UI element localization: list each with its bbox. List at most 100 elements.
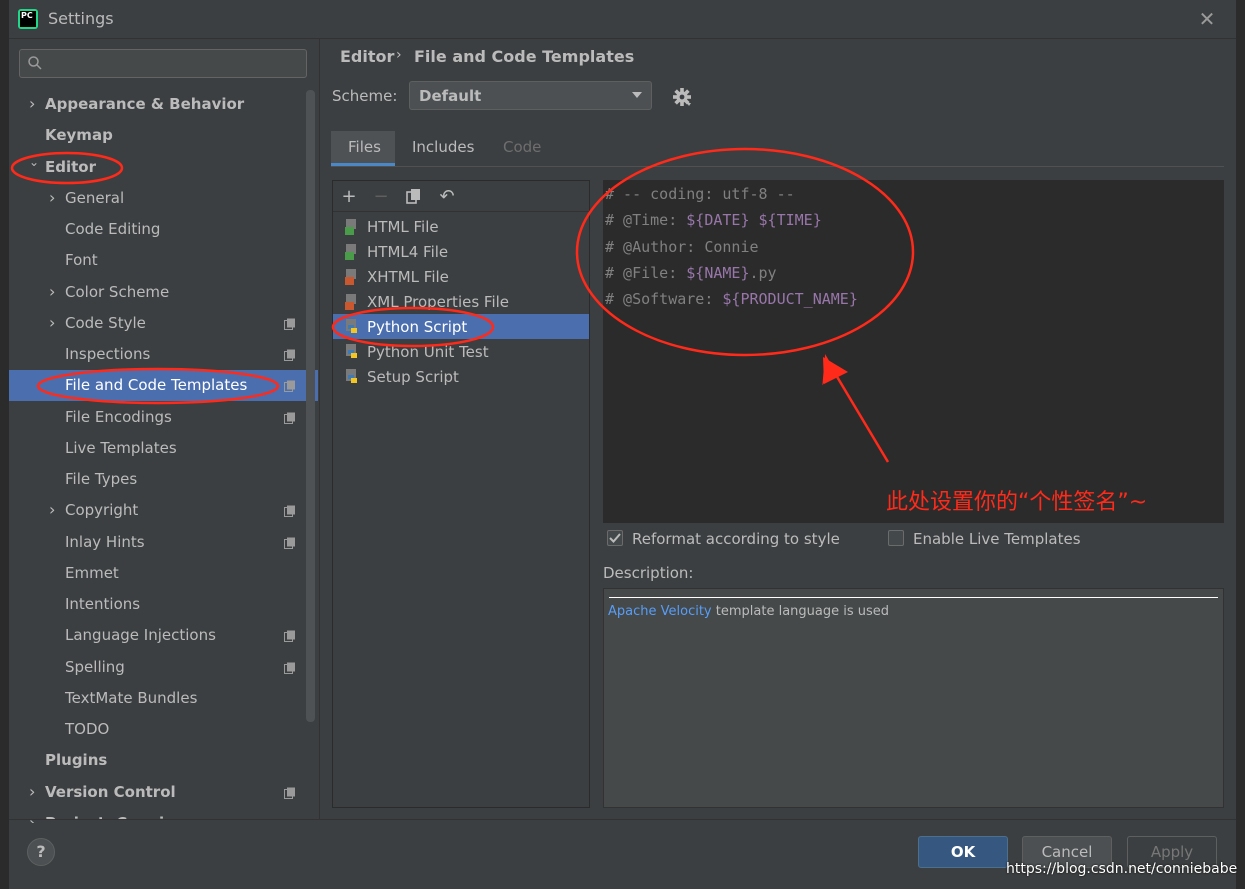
description-body: template language is used (711, 604, 890, 619)
file-template-row[interactable]: Setup Script (333, 365, 589, 390)
sidebar-item-inspections[interactable]: Inspections (65, 339, 150, 370)
sidebar-item-plugins[interactable]: Plugins (45, 745, 107, 776)
sidebar-item-font[interactable]: Font (65, 245, 98, 276)
code-comment: # @Author: Connie (605, 238, 759, 256)
sidebar-item-file-and-code-templates[interactable]: File and Code Templates (65, 370, 247, 401)
watermark-text: https://blog.csdn.net/conniebabe (1006, 861, 1238, 877)
code-variable: ${DATE} ${TIME} (686, 211, 822, 229)
file-template-name: HTML File (367, 218, 439, 236)
xhtml-file-icon (345, 269, 356, 285)
html-file-icon (345, 244, 356, 260)
code-variable: ${PRODUCT_NAME} (722, 290, 858, 308)
code-line: # @Author: Connie (605, 238, 759, 256)
code-comment: # @File: (605, 264, 687, 282)
sidebar-item-appearance-behavior[interactable]: Appearance & Behavior (45, 89, 244, 120)
code-line: # @Software: ${PRODUCT_NAME} (605, 290, 858, 308)
chevron-right-icon[interactable]: › (49, 282, 55, 301)
code-comment: # @Time: (605, 211, 687, 229)
file-template-name: Setup Script (367, 368, 459, 386)
gear-icon[interactable] (671, 86, 693, 108)
live-templates-label: Enable Live Templates (913, 530, 1081, 548)
file-template-row[interactable]: Python Unit Test (333, 340, 589, 365)
sidebar-item-code-style[interactable]: Code Style (65, 308, 146, 339)
project-scope-icon (284, 318, 295, 330)
sidebar-item-keymap[interactable]: Keymap (45, 120, 113, 151)
chevron-right-icon[interactable]: › (49, 500, 55, 519)
sidebar-item-intentions[interactable]: Intentions (65, 589, 140, 620)
reformat-label: Reformat according to style (632, 530, 840, 548)
python-icon (346, 344, 357, 358)
chevron-right-icon[interactable]: › (49, 313, 55, 332)
sidebar-item-todo[interactable]: TODO (65, 714, 109, 745)
file-template-row[interactable]: HTML File (333, 215, 589, 240)
chevron-right-icon[interactable]: › (29, 94, 35, 113)
add-icon[interactable]: + (339, 186, 359, 207)
sidebar-item-emmet[interactable]: Emmet (65, 558, 119, 589)
sidebar-item-inlay-hints[interactable]: Inlay Hints (65, 527, 145, 558)
html-file-icon (345, 219, 356, 235)
footer-divider (9, 819, 1236, 820)
chevron-down-icon[interactable]: ⌄ (29, 155, 39, 169)
file-template-row[interactable]: HTML4 File (333, 240, 589, 265)
search-icon (28, 56, 42, 70)
reset-icon[interactable]: ↶ (437, 186, 457, 207)
apache-velocity-link[interactable]: Apache Velocity (608, 604, 712, 619)
code-suffix: .py (749, 264, 777, 282)
tab-code[interactable]: Code (503, 138, 541, 156)
file-template-name: Python Script (367, 318, 468, 336)
title-bar (9, 0, 1236, 39)
reformat-checkbox[interactable] (607, 530, 623, 546)
code-variable: ${NAME} (686, 264, 750, 282)
search-input[interactable] (19, 49, 307, 78)
sidebar-item-language-injections[interactable]: Language Injections (65, 620, 216, 651)
sidebar-item-version-control[interactable]: Version Control (45, 777, 176, 808)
chevron-down-icon (632, 92, 642, 98)
sidebar-item-code-editing[interactable]: Code Editing (65, 214, 160, 245)
ok-button[interactable]: OK (918, 836, 1008, 868)
live-templates-checkbox[interactable] (888, 530, 904, 546)
tabs-divider (331, 166, 1224, 167)
breadcrumb-editor[interactable]: Editor (340, 47, 394, 66)
chevron-right-icon[interactable]: › (29, 782, 35, 801)
window-title: Settings (48, 9, 114, 28)
file-template-name: XML Properties File (367, 293, 510, 311)
xml-file-icon (345, 294, 356, 310)
sidebar-item-editor[interactable]: Editor (45, 152, 96, 183)
sidebar-item-spelling[interactable]: Spelling (65, 652, 125, 683)
breadcrumb-current: File and Code Templates (414, 47, 635, 66)
description-text: Apache Velocity template language is use… (608, 604, 889, 619)
sidebar-item-copyright[interactable]: Copyright (65, 495, 138, 526)
description-label: Description: (603, 564, 694, 582)
chevron-right-icon[interactable]: › (29, 813, 35, 823)
sidebar-item-live-templates[interactable]: Live Templates (65, 433, 177, 464)
template-editor[interactable] (603, 180, 1224, 523)
file-template-name: HTML4 File (367, 243, 449, 261)
tab-includes[interactable]: Includes (412, 138, 474, 156)
python-icon (346, 369, 357, 383)
project-scope-icon (284, 412, 295, 424)
close-icon[interactable]: ✕ (1196, 8, 1218, 30)
file-template-row[interactable]: Python Script (333, 315, 589, 340)
project-scope-icon (284, 380, 295, 392)
description-rule (609, 597, 1218, 598)
tab-files[interactable]: Files (348, 138, 381, 156)
background-window-strip (0, 0, 9, 889)
tab-active-indicator (331, 163, 395, 166)
help-button[interactable]: ? (27, 838, 55, 866)
pycharm-logo-icon: PC (18, 9, 38, 29)
sidebar-scrollbar[interactable] (306, 90, 315, 722)
background-window-strip-right (1236, 0, 1245, 889)
python-icon (346, 319, 357, 333)
sidebar-item-file-encodings[interactable]: File Encodings (65, 402, 172, 433)
remove-icon[interactable]: − (371, 186, 391, 207)
chevron-right-icon[interactable]: › (49, 188, 55, 207)
file-template-row[interactable]: XML Properties File (333, 290, 589, 315)
sidebar-item-file-types[interactable]: File Types (65, 464, 137, 495)
copy-icon[interactable] (405, 187, 423, 205)
sidebar-item-textmate-bundles[interactable]: TextMate Bundles (65, 683, 197, 714)
breadcrumb-separator: › (396, 47, 402, 63)
project-scope-icon (284, 630, 295, 642)
sidebar-item-general[interactable]: General (65, 183, 124, 214)
file-template-row[interactable]: XHTML File (333, 265, 589, 290)
sidebar-item-color-scheme[interactable]: Color Scheme (65, 277, 169, 308)
